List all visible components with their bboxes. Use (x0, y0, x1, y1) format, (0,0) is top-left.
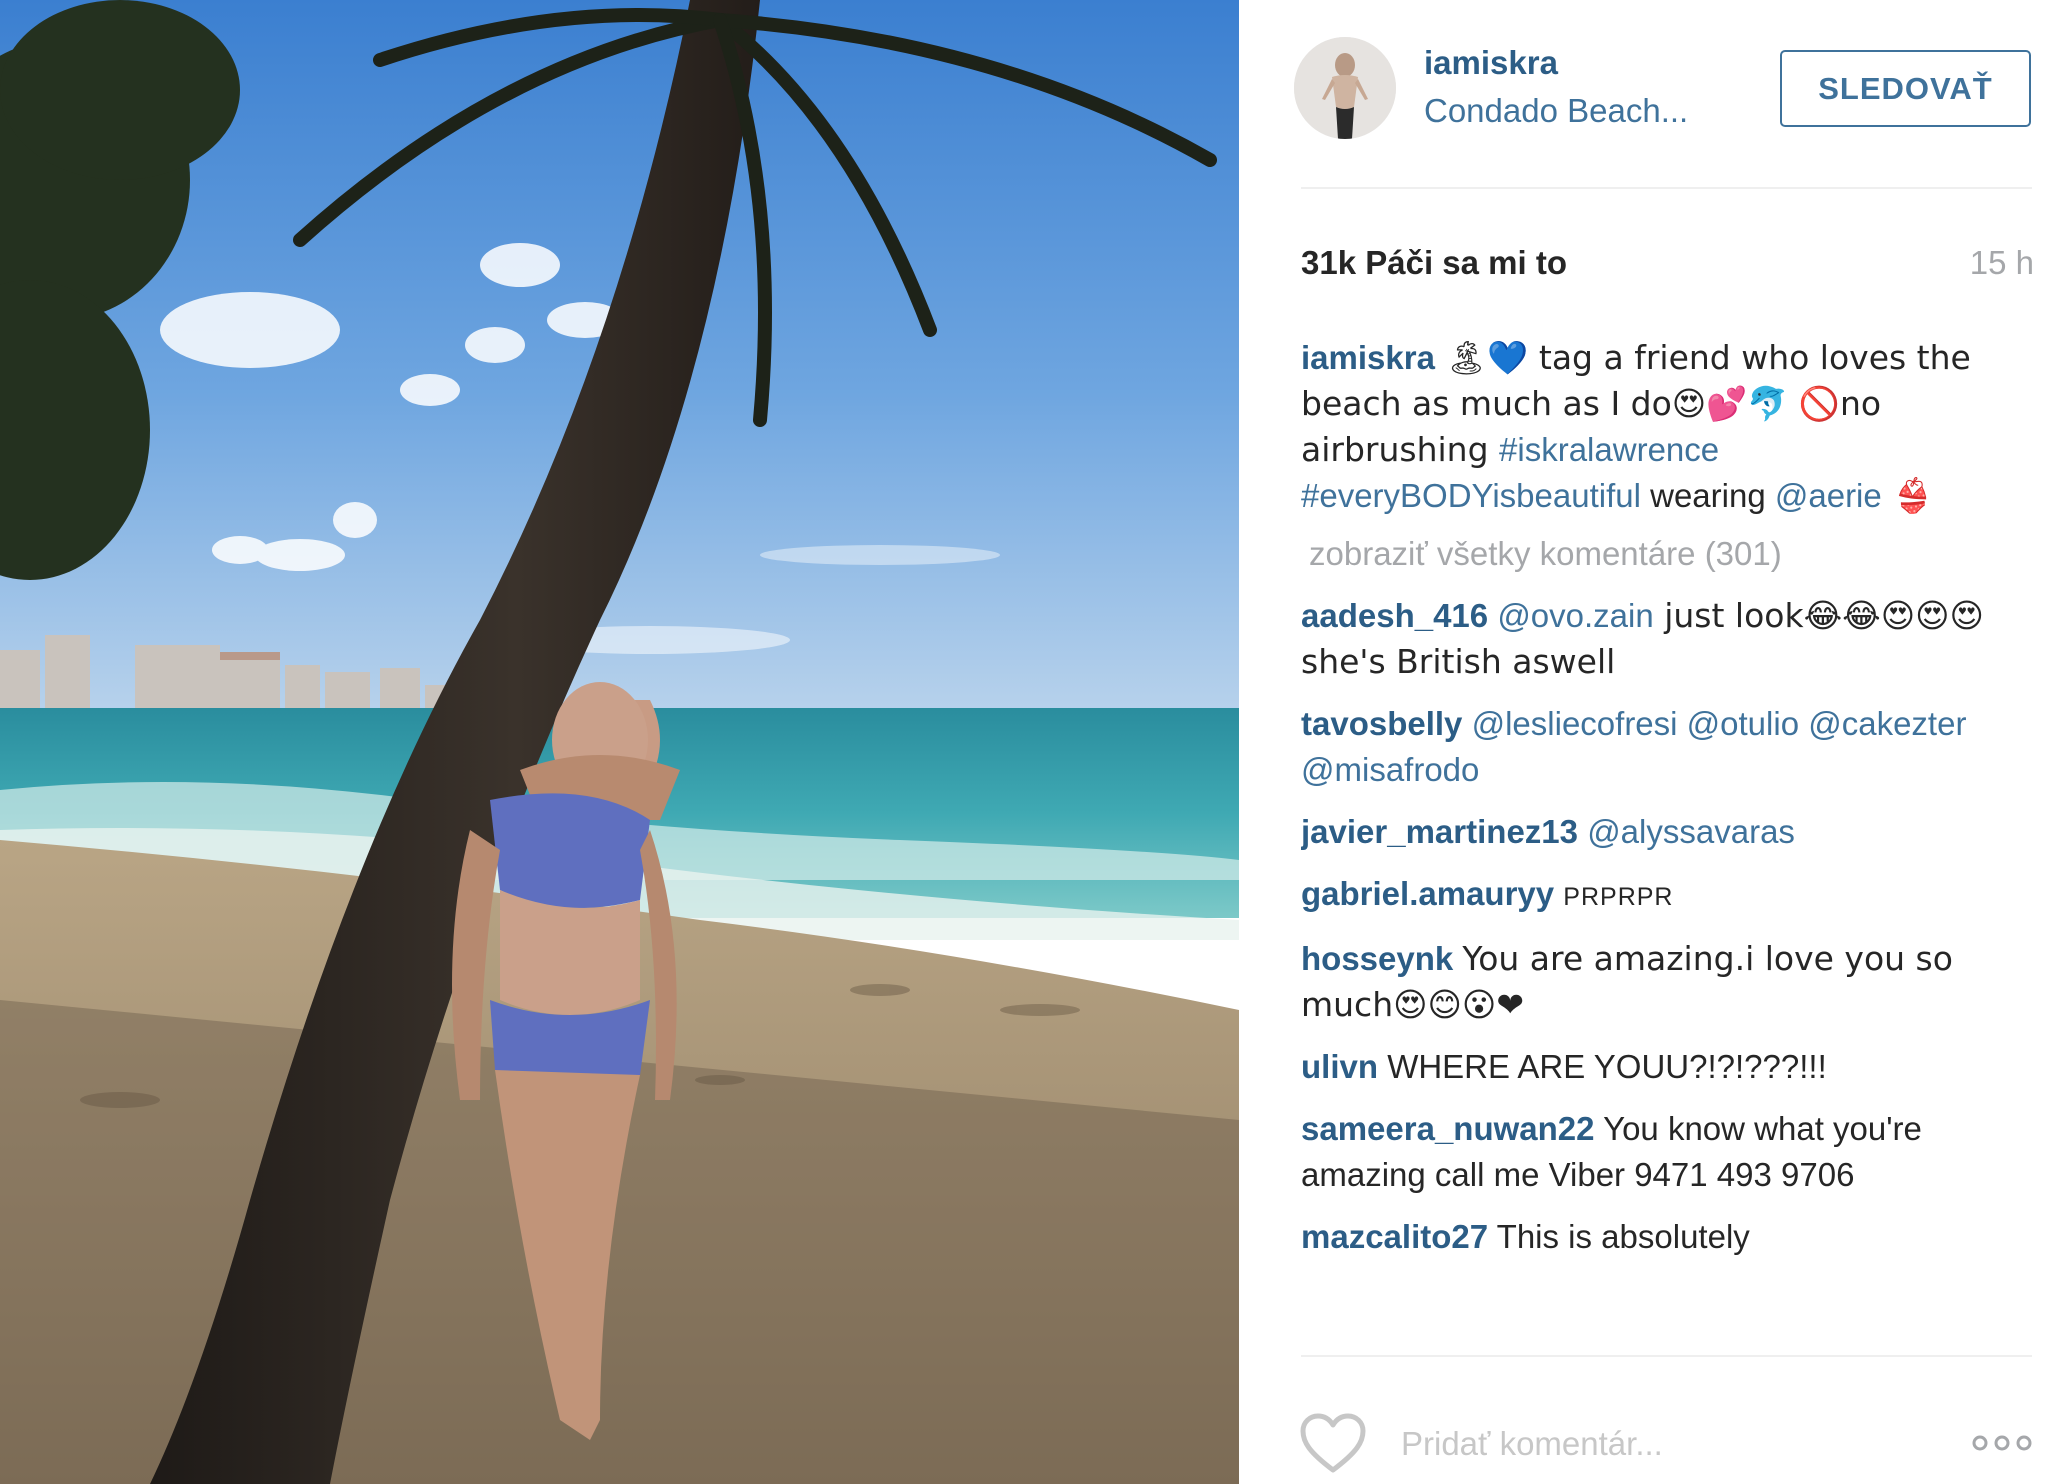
comment-text: PRPRPR (1563, 883, 1674, 911)
add-comment-input[interactable] (1399, 1414, 1883, 1474)
caption-hashtag[interactable]: #everyBODYisbeautiful (1301, 477, 1641, 514)
follow-button[interactable]: SLEDOVAŤ (1780, 50, 2031, 127)
caption: iamiskra 🏝💙 tag a friend who loves the b… (1301, 335, 2033, 519)
comment-item: ulivn WHERE ARE YOUU?!?!???!!! (1301, 1044, 2033, 1090)
comments-list[interactable]: iamiskra 🏝💙 tag a friend who loves the b… (1301, 335, 2033, 1350)
caption-text: wearing (1640, 477, 1775, 514)
comment-item: tavosbelly @lesliecofresi @otulio @cakez… (1301, 701, 2033, 793)
likes-count[interactable]: 31k Páči sa mi to (1301, 244, 1567, 282)
caption-text: 👙 (1881, 476, 1934, 515)
comment-item: mazcalito27 This is absolutely (1301, 1214, 2033, 1260)
comment-item: javier_martinez13 @alyssavaras (1301, 809, 2033, 855)
more-options-icon[interactable] (1971, 1426, 2033, 1460)
comment-username[interactable]: hosseynk (1301, 940, 1453, 977)
post-photo[interactable] (0, 0, 1239, 1484)
view-all-comments-link[interactable]: zobraziť všetky komentáre (301) (1309, 535, 2033, 573)
beach-photo (0, 0, 1239, 1484)
footer-divider (1301, 1355, 2032, 1357)
caption-mention[interactable]: @aerie (1775, 477, 1882, 514)
comment-username[interactable]: tavosbelly (1301, 705, 1462, 742)
caption-hashtag[interactable]: #iskralawrence (1499, 431, 1719, 468)
comment-item: hosseynk You are amazing.i love you so m… (1301, 936, 2033, 1028)
comment-mention[interactable]: @ovo.zain (1497, 597, 1653, 634)
post-username[interactable]: iamiskra (1424, 44, 1558, 82)
comment-mention[interactable]: @alyssavaras (1587, 813, 1795, 850)
post-location[interactable]: Condado Beach... (1424, 92, 1688, 130)
header-divider (1301, 187, 2032, 189)
avatar-image (1294, 37, 1396, 139)
comment-text: This is absolutely (1496, 1218, 1750, 1255)
comment-username[interactable]: aadesh_416 (1301, 597, 1488, 634)
post-header: iamiskra Condado Beach... SLEDOVAŤ (1239, 0, 2048, 188)
comment-text: WHERE ARE YOUU?!?!???!!! (1387, 1048, 1827, 1085)
instagram-post-page: iamiskra Condado Beach... SLEDOVAŤ 31k P… (0, 0, 2048, 1484)
comment-username[interactable]: ulivn (1301, 1048, 1378, 1085)
comment-username[interactable]: javier_martinez13 (1301, 813, 1578, 850)
comment-item: sameera_nuwan22 You know what you're ama… (1301, 1106, 2033, 1198)
comment-item: aadesh_416 @ovo.zain just look😂😂😍😍😍 she'… (1301, 593, 2033, 685)
heart-outline-icon[interactable] (1299, 1412, 1367, 1474)
caption-username[interactable]: iamiskra (1301, 339, 1435, 376)
post-sidebar: iamiskra Condado Beach... SLEDOVAŤ 31k P… (1239, 0, 2048, 1484)
post-timestamp[interactable]: 15 h (1970, 244, 2034, 282)
comment-item: gabriel.amauryy PRPRPR (1301, 871, 2033, 920)
comment-username[interactable]: mazcalito27 (1301, 1218, 1488, 1255)
avatar[interactable] (1294, 37, 1396, 139)
comment-username[interactable]: gabriel.amauryy (1301, 875, 1554, 912)
comment-username[interactable]: sameera_nuwan22 (1301, 1110, 1595, 1147)
